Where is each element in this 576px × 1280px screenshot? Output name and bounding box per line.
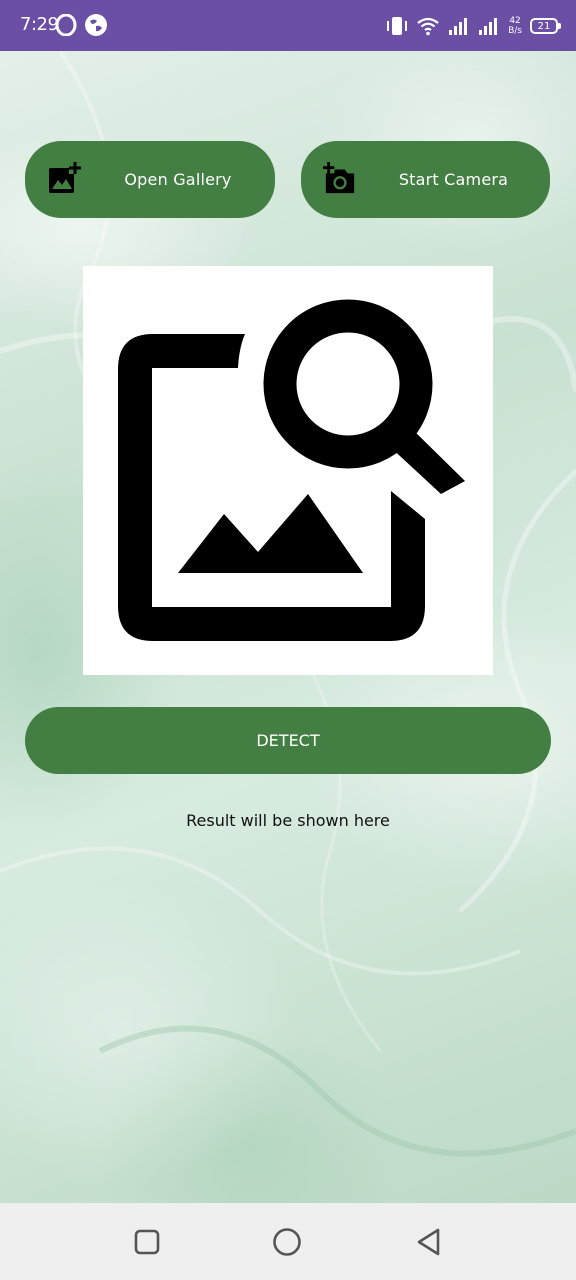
navigation-bar [0,1203,576,1280]
signal-icon [449,18,468,35]
battery-icon: 21 [530,18,561,34]
wifi-icon [417,17,439,36]
add-camera-icon [323,162,355,194]
add-photo-icon [49,162,81,193]
battery-level: 21 [537,20,551,32]
back-icon[interactable] [414,1227,444,1257]
open-gallery-label: Open Gallery [124,170,232,189]
detect-button[interactable]: DETECT [25,707,551,774]
network-speed-unit: B/s [508,26,522,36]
signal-icon [479,18,498,35]
start-camera-button[interactable]: Start Camera [301,141,550,218]
network-speed: 42 B/s [508,16,522,36]
status-bar: 7:29 42 B/s 21 [0,0,576,51]
image-search-icon [118,299,465,641]
home-icon[interactable] [272,1227,302,1257]
opera-icon [55,14,77,36]
vpn-globe-icon [85,14,107,36]
detect-label: DETECT [256,731,320,750]
result-text: Result will be shown here [186,811,390,830]
open-gallery-button[interactable]: Open Gallery [25,141,275,218]
network-speed-value: 42 [509,16,521,26]
image-preview [83,266,493,675]
recents-icon[interactable] [132,1227,162,1257]
start-camera-label: Start Camera [398,170,509,189]
main-content: Open Gallery Start Camera DETECT Result … [0,51,576,1203]
vibrate-icon [387,17,408,35]
status-time: 7:29 [20,14,59,35]
status-icons: 42 B/s 21 [386,12,561,40]
